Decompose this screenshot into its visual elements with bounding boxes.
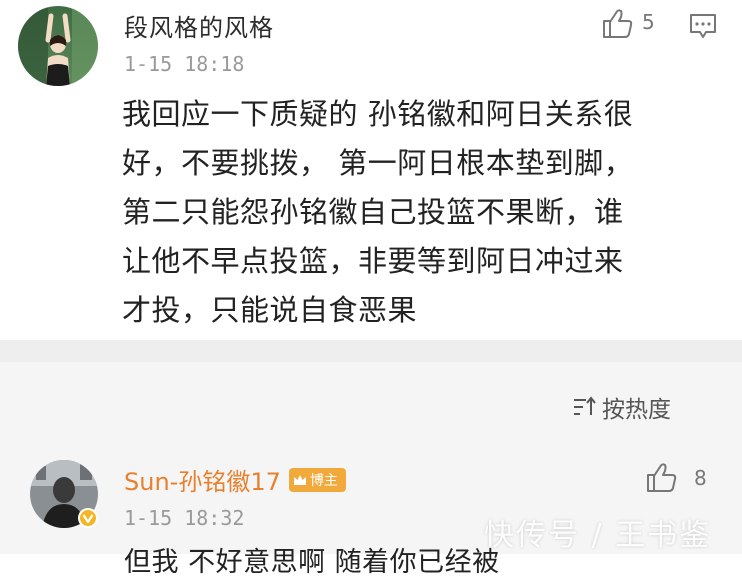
- watermark: 快传号 / 王书鉴: [484, 518, 712, 553]
- thumbs-up-icon[interactable]: [644, 460, 678, 494]
- comment-body-line: 第二只能怨孙铭徽自己投篮不果断，谁: [122, 195, 624, 229]
- badge-label: 博主: [309, 472, 338, 489]
- comment-body: 但我 不好意思啊 随着你已经被: [124, 547, 500, 578]
- crown-icon: [293, 474, 306, 485]
- comment-body-line: 我回应一下质疑的 孙铭徽和阿日关系很: [122, 97, 634, 131]
- sort-icon: [574, 396, 596, 415]
- author-name-text: Sun-孙铭徽17: [124, 468, 281, 496]
- blogger-badge: 博主: [288, 467, 346, 492]
- sort-label: 按热度: [602, 397, 671, 423]
- comment-body: 我回应一下质疑的 孙铭徽和阿日关系很 好，不要挑拨， 第一阿日根本垫到脚， 第二…: [122, 90, 712, 335]
- comment-body-line: 让他不早点投篮，非要等到阿日冲过来: [122, 244, 624, 278]
- like-count: 8: [694, 466, 707, 490]
- comment-timestamp: 1-15 18:32: [124, 506, 245, 530]
- sort-by-hot-button[interactable]: 按热度: [572, 392, 671, 423]
- comment-bubble-icon[interactable]: [688, 12, 718, 40]
- comment-body-line: 才投，只能说自食恶果: [122, 293, 418, 327]
- avatar[interactable]: [18, 6, 98, 86]
- like-count: 5: [642, 10, 655, 34]
- comment-timestamp: 1-15 18:18: [124, 52, 245, 76]
- comment-author-name[interactable]: 段风格的风格: [124, 8, 274, 43]
- comment-body-line: 好，不要挑拨， 第一阿日根本垫到脚，: [122, 146, 634, 180]
- section-divider: [0, 340, 742, 362]
- verified-v-icon: [78, 508, 98, 528]
- thumbs-up-icon[interactable]: [600, 6, 634, 40]
- comment-author-name[interactable]: Sun-孙铭徽17 博主: [124, 462, 346, 497]
- avatar-image: [18, 6, 98, 86]
